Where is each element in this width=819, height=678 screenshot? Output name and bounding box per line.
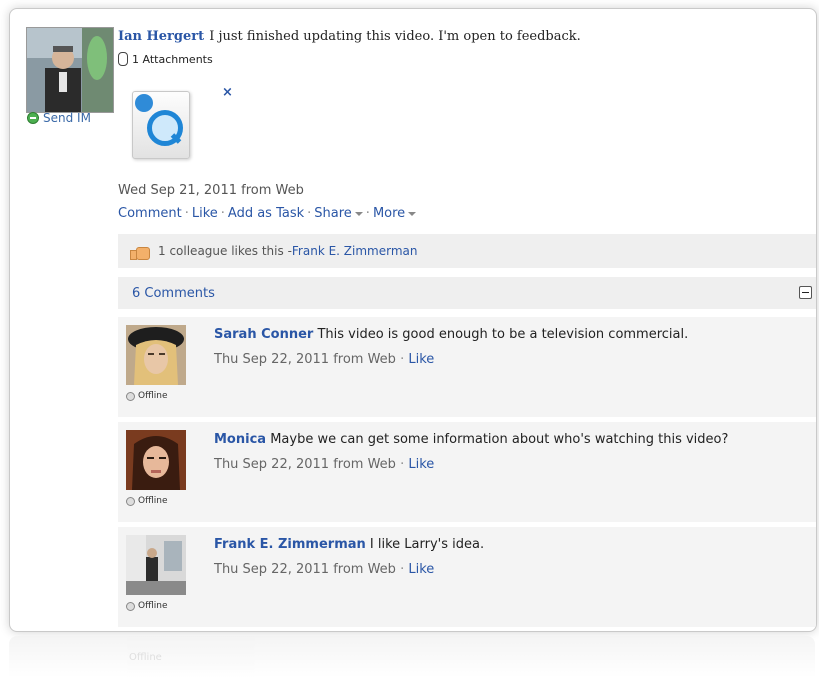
collapse-icon[interactable] (799, 286, 812, 299)
comments-header: 6 Comments (118, 277, 816, 309)
avatar[interactable] (26, 27, 114, 113)
post-actions: Comment · Like · Add as Task · Share · More (118, 206, 417, 221)
reflection-text: Offline (129, 652, 162, 663)
comment-body: Monica Maybe we can get some information… (214, 432, 728, 447)
avatar[interactable] (126, 535, 186, 595)
comment-author-link[interactable]: Sarah Conner (214, 327, 313, 342)
avatar[interactable] (126, 430, 186, 490)
status-label: Offline (138, 496, 168, 506)
comment-author-link[interactable]: Frank E. Zimmerman (214, 537, 366, 552)
quicktime-file-icon[interactable] (132, 91, 190, 159)
chevron-down-icon (408, 211, 417, 216)
comment-date: Thu Sep 22, 2011 from Web (214, 352, 396, 367)
attachments-label: 1 Attachments (132, 52, 213, 66)
offline-icon (126, 391, 135, 401)
status-label: Offline (138, 391, 168, 401)
post-meta: Wed Sep 21, 2011 from Web (118, 183, 304, 198)
likes-text: 1 colleague likes this - (158, 244, 292, 258)
offline-icon (126, 601, 135, 611)
avatar-photo (126, 325, 186, 385)
post-source: from Web (241, 183, 304, 198)
share-menu[interactable]: Share (314, 206, 363, 221)
comment-like-link[interactable]: Like (408, 562, 434, 577)
comment-meta: Thu Sep 22, 2011 from Web · Like (214, 562, 435, 577)
comment-item: Offline Frank E. Zimmerman I like Larry'… (118, 527, 816, 627)
offline-icon (126, 496, 135, 506)
liker-link[interactable]: Frank E. Zimmerman (292, 244, 418, 258)
chevron-down-icon (354, 211, 363, 216)
comment-author-link[interactable]: Monica (214, 432, 266, 447)
comment-body: Frank E. Zimmerman I like Larry's idea. (214, 537, 484, 552)
offline-status: Offline (126, 391, 168, 401)
avatar-photo (27, 28, 113, 112)
post: Ian Hergert I just finished updating thi… (118, 25, 808, 221)
comment-date: Thu Sep 22, 2011 from Web (214, 562, 396, 577)
status-label: Offline (138, 601, 168, 611)
comment-meta: Thu Sep 22, 2011 from Web · Like (214, 457, 435, 472)
comment-text: Maybe we can get some information about … (270, 432, 729, 447)
activity-card: Send IM Ian Hergert I just finished upda… (9, 8, 817, 632)
comment-text: This video is good enough to be a televi… (317, 327, 689, 342)
comment-item: Offline Monica Maybe we can get some inf… (118, 422, 816, 522)
share-label: Share (314, 206, 352, 221)
comments-count-link[interactable]: 6 Comments (132, 286, 215, 301)
comment-like-link[interactable]: Like (408, 457, 434, 472)
comment-link[interactable]: Comment (118, 206, 182, 221)
comment-date: Thu Sep 22, 2011 from Web (214, 457, 396, 472)
comment-meta: Thu Sep 22, 2011 from Web · Like (214, 352, 435, 367)
comment-like-link[interactable]: Like (408, 352, 434, 367)
send-im-link[interactable]: Send IM (27, 111, 91, 125)
post-date: Wed Sep 21, 2011 (118, 183, 237, 198)
card-reflection: Offline (9, 636, 815, 678)
attachments: 1 Attachments (118, 52, 808, 66)
online-status-icon (27, 112, 39, 124)
comment-text: I like Larry's idea. (369, 537, 485, 552)
likes-bar: 1 colleague likes this - Frank E. Zimmer… (118, 234, 816, 268)
avatar-photo (126, 535, 186, 595)
offline-status: Offline (126, 496, 168, 506)
add-as-task-link[interactable]: Add as Task (228, 206, 304, 221)
post-header: Ian Hergert I just finished updating thi… (118, 25, 808, 44)
more-menu[interactable]: More (372, 206, 417, 221)
paperclip-icon (118, 52, 128, 66)
comment-body: Sarah Conner This video is good enough t… (214, 327, 688, 342)
send-im-label: Send IM (43, 111, 91, 125)
thumbs-up-icon (130, 243, 150, 260)
avatar-photo (126, 430, 186, 490)
post-author-link[interactable]: Ian Hergert (118, 29, 204, 44)
like-link[interactable]: Like (192, 206, 218, 221)
more-label: More (372, 206, 406, 221)
avatar[interactable] (126, 325, 186, 385)
offline-status: Offline (126, 601, 168, 611)
new-badge-icon (135, 94, 153, 112)
remove-attachment-button[interactable]: × (222, 85, 233, 100)
post-text: I just finished updating this video. I'm… (209, 29, 581, 44)
comment-item: Offline Sarah Conner This video is good … (118, 317, 816, 417)
